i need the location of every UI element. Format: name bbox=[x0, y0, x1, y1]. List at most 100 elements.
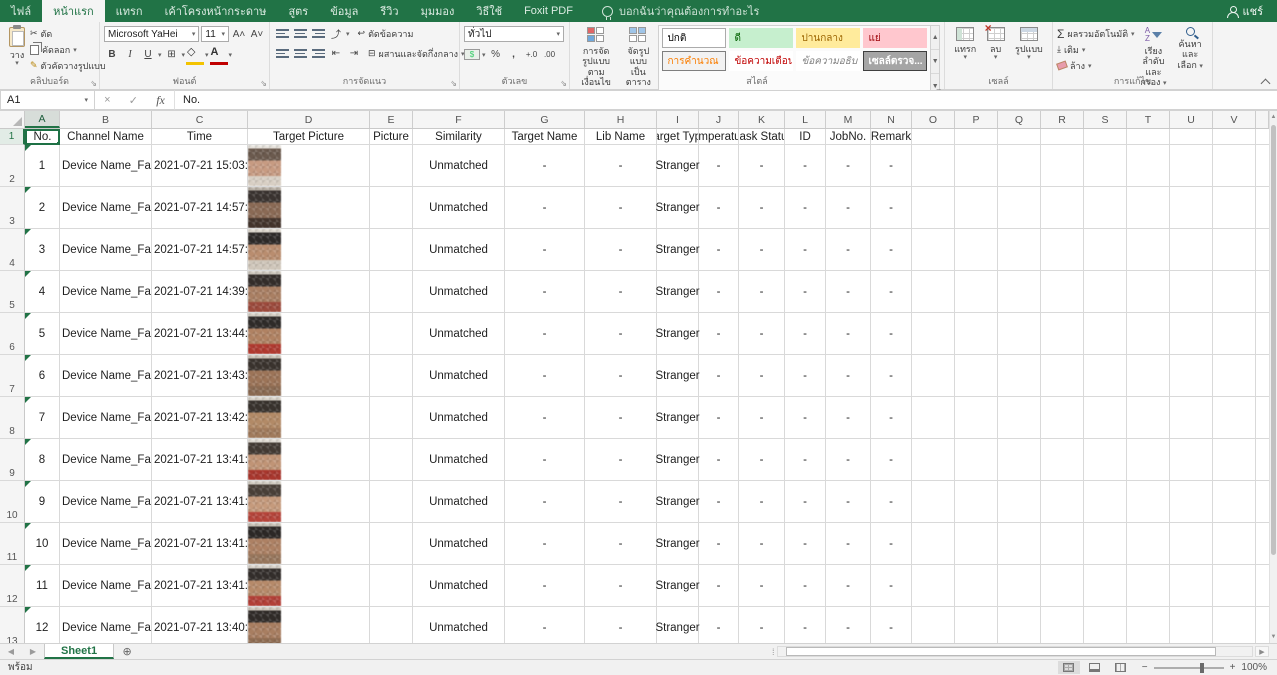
merge-center-button[interactable]: ⊟ ผสานและจัดกึ่งกลาง ▾ bbox=[368, 46, 465, 61]
cell-P3[interactable] bbox=[955, 187, 998, 229]
cell-V2[interactable] bbox=[1213, 145, 1256, 187]
cell-I6[interactable]: Stranger bbox=[655, 313, 700, 355]
row-header-1[interactable]: 1 bbox=[0, 129, 25, 145]
cell-O13[interactable] bbox=[912, 607, 955, 643]
cell-E13[interactable] bbox=[370, 607, 413, 643]
row-header-11[interactable]: 11 bbox=[0, 523, 25, 565]
cell-K12[interactable]: - bbox=[739, 565, 785, 607]
cell-U13[interactable] bbox=[1170, 607, 1213, 643]
cell-H10[interactable]: - bbox=[585, 481, 657, 523]
cell-V6[interactable] bbox=[1213, 313, 1256, 355]
shrink-font-button[interactable]: A˅ bbox=[249, 27, 265, 42]
cell-R6[interactable] bbox=[1041, 313, 1084, 355]
cell-E2[interactable] bbox=[370, 145, 413, 187]
cell-R3[interactable] bbox=[1041, 187, 1084, 229]
bold-button[interactable]: B bbox=[104, 47, 120, 62]
column-header-T[interactable]: T bbox=[1127, 111, 1170, 128]
name-box[interactable]: A1 ▾ bbox=[0, 90, 95, 110]
cell-S12[interactable] bbox=[1084, 565, 1127, 607]
cell-I4[interactable]: Stranger bbox=[655, 229, 700, 271]
cell-T12[interactable] bbox=[1127, 565, 1170, 607]
cell-V8[interactable] bbox=[1213, 397, 1256, 439]
cell-S7[interactable] bbox=[1084, 355, 1127, 397]
gallery-down-button[interactable]: ▼ bbox=[931, 50, 939, 75]
cell-S8[interactable] bbox=[1084, 397, 1127, 439]
cell-A13[interactable]: 12 bbox=[25, 607, 60, 643]
cell-L4[interactable]: - bbox=[785, 229, 826, 271]
cell-B13[interactable]: Device Name_Face bbox=[60, 607, 152, 643]
comma-button[interactable]: , bbox=[506, 47, 522, 62]
cell-J12[interactable]: - bbox=[699, 565, 739, 607]
cell-P7[interactable] bbox=[955, 355, 998, 397]
copy-button[interactable]: คัดลอก ▾ bbox=[30, 42, 106, 57]
cell-P9[interactable] bbox=[955, 439, 998, 481]
cell-R9[interactable] bbox=[1041, 439, 1084, 481]
ribbon-tab-ไฟล์[interactable]: ไฟล์ bbox=[0, 0, 42, 22]
row-header-13[interactable]: 13 bbox=[0, 607, 25, 643]
cell-A5[interactable]: 4 bbox=[25, 271, 60, 313]
cell-B11[interactable]: Device Name_Face bbox=[60, 523, 152, 565]
new-sheet-button[interactable]: ⊕ bbox=[114, 644, 140, 659]
cell-R2[interactable] bbox=[1041, 145, 1084, 187]
cell-O5[interactable] bbox=[912, 271, 955, 313]
ribbon-tab-ข้อมูล[interactable]: ข้อมูล bbox=[319, 0, 369, 22]
column-header-M[interactable]: M bbox=[826, 111, 871, 128]
cell-A2[interactable]: 1 bbox=[25, 145, 60, 187]
cell-U3[interactable] bbox=[1170, 187, 1213, 229]
cell-Q3[interactable] bbox=[998, 187, 1041, 229]
cell-F12[interactable]: Unmatched bbox=[413, 565, 505, 607]
cell-C1[interactable]: Time bbox=[152, 129, 248, 145]
cell-G3[interactable]: - bbox=[505, 187, 585, 229]
cell-style-ข้อความเตือน[interactable]: ข้อความเตือน bbox=[729, 51, 794, 71]
cell-G6[interactable]: - bbox=[505, 313, 585, 355]
cell-H6[interactable]: - bbox=[585, 313, 657, 355]
cell-D10[interactable] bbox=[248, 481, 370, 523]
cell-S1[interactable] bbox=[1084, 129, 1127, 145]
cell-N2[interactable]: - bbox=[871, 145, 912, 187]
cell-K3[interactable]: - bbox=[739, 187, 785, 229]
cut-button[interactable]: ✂ ตัด bbox=[30, 26, 106, 41]
gallery-up-button[interactable]: ▲ bbox=[931, 26, 939, 51]
cell-U8[interactable] bbox=[1170, 397, 1213, 439]
cell-L3[interactable]: - bbox=[785, 187, 826, 229]
cell-Q13[interactable] bbox=[998, 607, 1041, 643]
cell-J8[interactable]: - bbox=[699, 397, 739, 439]
cell-S2[interactable] bbox=[1084, 145, 1127, 187]
cell-B8[interactable]: Device Name_Face bbox=[60, 397, 152, 439]
cell-E10[interactable] bbox=[370, 481, 413, 523]
horizontal-scroll-track[interactable] bbox=[776, 646, 1253, 657]
cell-C2[interactable]: 2021-07-21 15:03:30 bbox=[152, 145, 248, 187]
cell-C13[interactable]: 2021-07-21 13:40:19 bbox=[152, 607, 248, 643]
cell-R13[interactable] bbox=[1041, 607, 1084, 643]
cell-J2[interactable]: - bbox=[699, 145, 739, 187]
column-header-J[interactable]: J bbox=[699, 111, 739, 128]
cell-C3[interactable]: 2021-07-21 14:57:51 bbox=[152, 187, 248, 229]
cell-style-ข้อความอธิบาย[interactable]: ข้อความอธิบาย bbox=[796, 51, 861, 71]
cell-G8[interactable]: - bbox=[505, 397, 585, 439]
cell-F10[interactable]: Unmatched bbox=[413, 481, 505, 523]
increase-indent-button[interactable]: ⇥ bbox=[346, 46, 362, 61]
zoom-out-button[interactable]: − bbox=[1142, 662, 1148, 673]
column-header-S[interactable]: S bbox=[1084, 111, 1127, 128]
row-header-3[interactable]: 3 bbox=[0, 187, 25, 229]
column-header-U[interactable]: U bbox=[1170, 111, 1213, 128]
cell-H4[interactable]: - bbox=[585, 229, 657, 271]
cell-K13[interactable]: - bbox=[739, 607, 785, 643]
tab-splitter-handle[interactable]: ⁞ bbox=[772, 647, 775, 657]
cell-N12[interactable]: - bbox=[871, 565, 912, 607]
cell-Q4[interactable] bbox=[998, 229, 1041, 271]
cell-K2[interactable]: - bbox=[739, 145, 785, 187]
cell-L2[interactable]: - bbox=[785, 145, 826, 187]
cell-I11[interactable]: Stranger bbox=[655, 523, 700, 565]
cell-T6[interactable] bbox=[1127, 313, 1170, 355]
cell-F3[interactable]: Unmatched bbox=[413, 187, 505, 229]
cell-U6[interactable] bbox=[1170, 313, 1213, 355]
row-header-4[interactable]: 4 bbox=[0, 229, 25, 271]
scroll-up-icon[interactable]: ▲ bbox=[1270, 111, 1277, 123]
cell-I3[interactable]: Stranger bbox=[655, 187, 700, 229]
cell-M5[interactable]: - bbox=[826, 271, 871, 313]
cell-K6[interactable]: - bbox=[739, 313, 785, 355]
cell-E1[interactable]: Picture bbox=[370, 129, 413, 145]
cell-C5[interactable]: 2021-07-21 14:39:08 bbox=[152, 271, 248, 313]
cell-D3[interactable] bbox=[248, 187, 370, 229]
